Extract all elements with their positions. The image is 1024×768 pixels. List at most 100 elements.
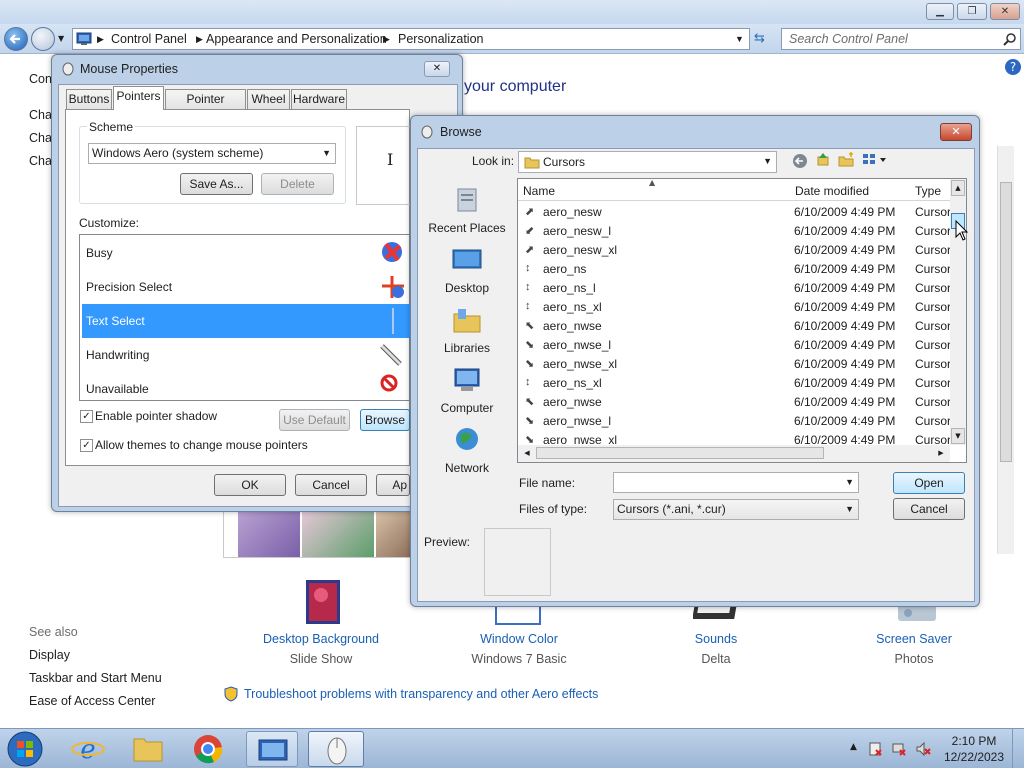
close-button[interactable]: ✕ [990, 3, 1020, 20]
file-row[interactable]: ⬊ aero_nwse_l 6/10/2009 4:49 PM Cursor [519, 336, 951, 355]
theme-thumbnail[interactable] [238, 511, 300, 557]
file-row[interactable]: ⬊ aero_nwse_l 6/10/2009 4:49 PM Cursor [519, 412, 951, 431]
maximize-button[interactable]: ❐ [957, 3, 987, 20]
place-recent-places[interactable]: Recent Places [420, 186, 514, 235]
scrollbar-thumb[interactable] [1000, 182, 1012, 462]
help-icon[interactable]: ? [1004, 58, 1022, 76]
column-date-modified[interactable]: Date modified [795, 184, 869, 198]
file-row[interactable]: ⬋ aero_nesw_l 6/10/2009 4:49 PM Cursor [519, 222, 951, 241]
place-libraries[interactable]: Libraries [420, 306, 514, 355]
taskbar-chrome[interactable] [182, 731, 234, 767]
taskbar-control-panel[interactable] [246, 731, 298, 767]
forward-button[interactable] [31, 27, 55, 51]
list-item[interactable]: Handwriting [82, 338, 410, 372]
show-hidden-icons-icon[interactable]: ▲ [850, 742, 857, 752]
file-row[interactable]: ↕ aero_ns_l 6/10/2009 4:49 PM Cursor [519, 279, 951, 298]
volume-muted-icon[interactable] [915, 741, 931, 757]
column-type[interactable]: Type [915, 184, 941, 198]
sidebar-link[interactable]: Cha [29, 108, 52, 122]
desktop-background-icon[interactable] [305, 579, 341, 625]
minimize-button[interactable]: ▁ [926, 3, 954, 20]
place-desktop[interactable]: Desktop [420, 246, 514, 295]
network-status-icon[interactable] [891, 741, 907, 757]
save-as-button[interactable]: Save As... [180, 173, 253, 195]
back-icon[interactable] [792, 153, 810, 171]
refresh-icon[interactable]: ⇆ [754, 31, 765, 46]
file-row[interactable]: ⬊ aero_nwse_xl 6/10/2009 4:49 PM Cursor [519, 355, 951, 374]
sidebar-link[interactable]: Cha [29, 154, 52, 168]
file-row[interactable]: ↕ aero_ns_xl 6/10/2009 4:49 PM Cursor [519, 298, 951, 317]
back-button[interactable] [4, 27, 28, 51]
taskbar-mouse-properties[interactable] [308, 731, 364, 767]
allow-themes-checkbox[interactable]: ✓ [80, 439, 93, 452]
files-of-type-select[interactable]: Cursors (*.ani, *.cur) ▼ [613, 499, 859, 520]
breadcrumb-appearance[interactable]: Appearance and Personalization [206, 32, 387, 46]
breadcrumb-personalization[interactable]: Personalization [398, 32, 483, 46]
scroll-left-icon[interactable]: ◀ [519, 446, 535, 460]
close-button[interactable]: ✕ [424, 61, 450, 77]
start-button[interactable] [5, 730, 45, 768]
address-bar[interactable]: ▶ Control Panel ▶ Appearance and Persona… [72, 28, 750, 50]
place-computer[interactable]: Computer [420, 366, 514, 415]
up-folder-icon[interactable] [815, 151, 833, 169]
look-in-select[interactable]: Cursors ▼ [518, 151, 777, 173]
tab-hardware[interactable]: Hardware [291, 89, 347, 109]
list-item-selected[interactable]: Text Select [82, 304, 410, 338]
file-row[interactable]: ⬉ aero_nwse 6/10/2009 4:49 PM Cursor [519, 317, 951, 336]
file-list-vscroll[interactable]: ▲ ▼ [950, 179, 966, 445]
search-box[interactable]: Search Control Panel [781, 28, 1021, 50]
search-input[interactable]: Search Control Panel [789, 32, 908, 46]
ok-button[interactable]: OK [214, 474, 286, 496]
place-network[interactable]: Network [420, 426, 514, 475]
use-default-button[interactable]: Use Default [279, 409, 350, 431]
list-item[interactable]: Unavailable [82, 372, 410, 400]
show-desktop-button[interactable] [1012, 729, 1024, 768]
taskbar-internet-explorer[interactable]: e [62, 731, 114, 767]
delete-button[interactable]: Delete [261, 173, 334, 195]
see-also-ease-of-access-link[interactable]: Ease of Access Center [29, 694, 155, 708]
clock-time[interactable]: 2:10 PM [940, 734, 1008, 748]
scroll-right-icon[interactable]: ▶ [933, 446, 949, 460]
open-button[interactable]: Open [893, 472, 965, 494]
column-name[interactable]: Name [523, 184, 555, 198]
tab-pointers[interactable]: Pointers [113, 86, 164, 110]
file-name-input[interactable]: ▼ [613, 472, 859, 493]
cancel-button[interactable]: Cancel [295, 474, 367, 496]
cancel-button[interactable]: Cancel [893, 498, 965, 520]
file-row[interactable]: ⬈ aero_nesw 6/10/2009 4:49 PM Cursor [519, 203, 951, 222]
file-row[interactable]: ⬊ aero_nwse_xl 6/10/2009 4:49 PM Cursor [519, 431, 951, 445]
desktop-background-link[interactable]: Desktop Background [251, 632, 391, 646]
address-dropdown-icon[interactable]: ▼ [735, 34, 744, 44]
taskbar-file-explorer[interactable] [122, 731, 174, 767]
view-menu-icon[interactable] [862, 152, 888, 168]
list-item[interactable]: Busy [82, 236, 410, 270]
close-button[interactable]: ✕ [940, 123, 972, 141]
screen-saver-link[interactable]: Screen Saver [844, 632, 984, 646]
apply-button[interactable]: Ap [376, 474, 410, 496]
scheme-select[interactable]: Windows Aero (system scheme) ▼ [88, 143, 336, 164]
scroll-down-icon[interactable]: ▼ [951, 428, 965, 444]
file-row[interactable]: ↕ aero_ns_xl 6/10/2009 4:49 PM Cursor [519, 374, 951, 393]
theme-gallery-strip[interactable] [223, 508, 413, 558]
list-item[interactable]: Precision Select [82, 270, 410, 304]
action-center-icon[interactable] [867, 741, 883, 757]
theme-thumbnail[interactable] [376, 511, 412, 557]
new-folder-icon[interactable] [838, 151, 856, 169]
breadcrumb-control-panel[interactable]: Control Panel [111, 32, 187, 46]
see-also-display-link[interactable]: Display [29, 648, 70, 662]
tab-wheel[interactable]: Wheel [247, 89, 290, 109]
scroll-up-icon[interactable]: ▲ [951, 180, 965, 196]
sounds-link[interactable]: Sounds [646, 632, 786, 646]
recent-pages-icon[interactable]: ▼ [58, 34, 64, 43]
main-scrollbar[interactable] [997, 146, 1014, 554]
search-icon[interactable] [1003, 32, 1017, 46]
troubleshoot-link[interactable]: Troubleshoot problems with transparency … [244, 687, 598, 701]
scrollbar-thumb[interactable] [536, 447, 824, 459]
theme-thumbnail[interactable] [302, 511, 374, 557]
window-color-link[interactable]: Window Color [449, 632, 589, 646]
clock-date[interactable]: 12/22/2023 [940, 750, 1008, 764]
pointer-shadow-checkbox[interactable]: ✓ [80, 410, 93, 423]
sidebar-link[interactable]: Con [29, 72, 52, 86]
tab-pointer-options[interactable]: Pointer Options [165, 89, 246, 124]
file-list-hscroll[interactable]: ◀ ▶ [518, 445, 950, 462]
